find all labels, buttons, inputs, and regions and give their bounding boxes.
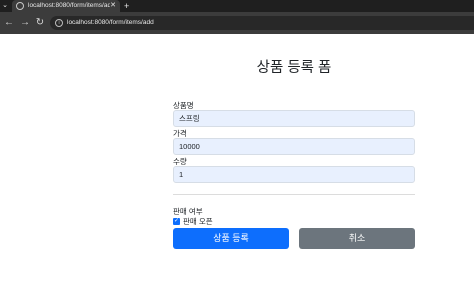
cancel-button[interactable]: 취소 xyxy=(299,228,415,249)
open-checkbox-label[interactable]: 판매 오픈 xyxy=(183,217,213,226)
globe-icon xyxy=(16,2,24,10)
reload-icon[interactable]: ↻ xyxy=(33,12,47,34)
price-input[interactable] xyxy=(173,138,415,155)
quantity-input[interactable] xyxy=(173,166,415,183)
tab-title: localhost:8080/form/items/add xyxy=(28,2,110,9)
page-title: 상품 등록 폼 xyxy=(256,60,332,76)
new-tab-icon[interactable]: + xyxy=(124,0,129,12)
open-checkbox[interactable]: ✓ xyxy=(173,218,180,225)
address-bar[interactable]: i localhost:8080/form/items/add xyxy=(50,16,474,30)
sale-status-label: 판매 여부 xyxy=(173,207,203,216)
browser-toolbar: ← → ↻ i localhost:8080/form/items/add xyxy=(0,12,474,34)
item-name-input[interactable] xyxy=(173,110,415,127)
close-icon[interactable]: ✕ xyxy=(110,0,116,12)
page-content: 상품 등록 폼 상품명 가격 수량 판매 여부 ✓ 판매 오픈 상품 등록 취소 xyxy=(0,34,474,283)
divider xyxy=(173,194,415,195)
url-text[interactable]: localhost:8080/form/items/add xyxy=(67,16,154,30)
submit-button[interactable]: 상품 등록 xyxy=(173,228,289,249)
site-info-icon[interactable]: i xyxy=(55,19,63,27)
browser-tab-strip: ⌄ localhost:8080/form/items/add ✕ + xyxy=(0,0,474,12)
tab-search-icon[interactable]: ⌄ xyxy=(0,0,10,12)
browser-tab[interactable]: localhost:8080/form/items/add ✕ xyxy=(12,0,120,12)
back-icon[interactable]: ← xyxy=(2,12,16,34)
forward-icon[interactable]: → xyxy=(18,12,32,34)
